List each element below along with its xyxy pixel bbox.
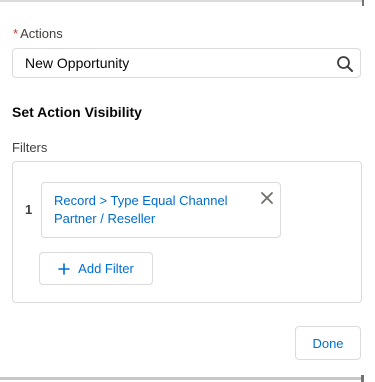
top-divider — [0, 0, 362, 2]
section-title: Set Action Visibility — [12, 104, 142, 120]
scrollbar-bottom[interactable] — [361, 375, 364, 382]
add-filter-label: Add Filter — [78, 261, 134, 276]
actions-label-text: Actions — [20, 26, 63, 41]
plus-icon — [58, 262, 70, 275]
action-visibility-panel: *Actions Set Action Visibility Filters 1… — [0, 0, 375, 382]
done-button[interactable]: Done — [295, 326, 361, 360]
filter-pill[interactable]: Record > Type Equal Channel Partner / Re… — [41, 182, 281, 238]
required-marker: * — [13, 26, 19, 41]
filters-label: Filters — [12, 140, 48, 155]
add-filter-button[interactable]: Add Filter — [39, 252, 153, 285]
scrollbar-top[interactable] — [362, 0, 364, 6]
filter-number: 1 — [25, 202, 33, 217]
close-icon[interactable] — [260, 191, 274, 205]
actions-input-wrapper[interactable] — [12, 48, 361, 78]
bottom-divider — [0, 377, 362, 380]
actions-field-label: * Actions — [13, 26, 63, 41]
filter-condition-text[interactable]: Record > Type Equal Channel Partner / Re… — [54, 192, 254, 228]
search-icon[interactable] — [336, 55, 354, 73]
actions-input[interactable] — [25, 54, 325, 72]
